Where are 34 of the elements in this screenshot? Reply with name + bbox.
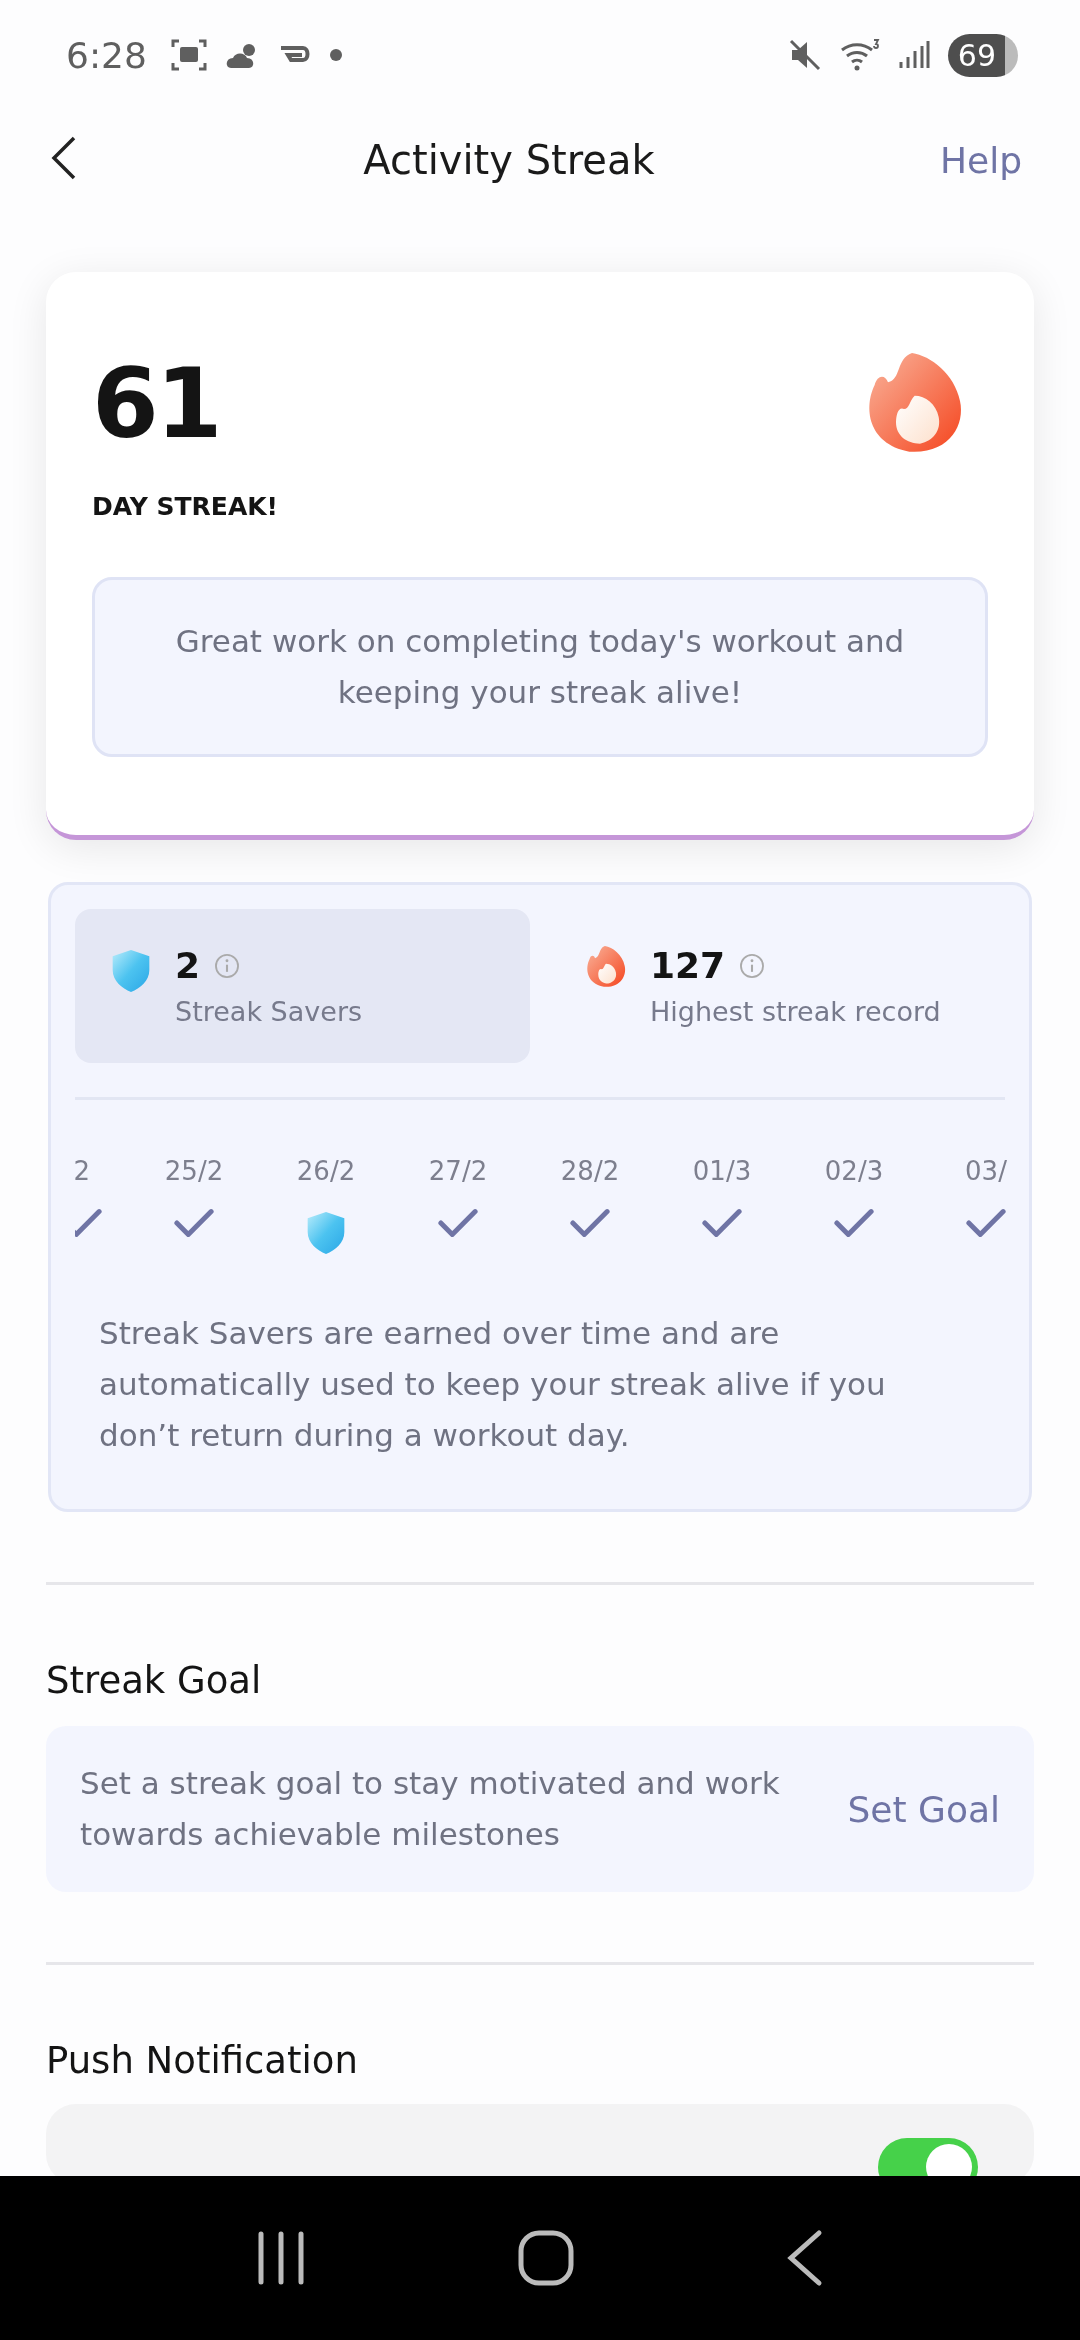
set-goal-button[interactable]: Set Goal (847, 1788, 1000, 1830)
battery-level: 69 (947, 33, 1018, 77)
day-date: 02/3 (824, 1156, 884, 1188)
goal-description: Set a streak goal to stay motivated and work towards achievable milestones (80, 1764, 781, 1854)
section-title: Streak Goal (46, 1659, 263, 1702)
stat-label: Highest streak record (650, 996, 941, 1027)
page-title: Activity Streak (362, 137, 656, 183)
streak-count: 61 (92, 356, 221, 452)
savers-info: Streak Savers are earned over time and are automatically used to keep your streak alive if you don’t return during a workout day. (99, 1314, 887, 1455)
stat-tile[interactable]: 2 Streak Savers (75, 909, 530, 1063)
signal-icon (897, 40, 930, 70)
day-date: 28/2 (560, 1156, 620, 1188)
stat-value: 2 (175, 945, 201, 986)
stat-tile[interactable]: 127 Highest streak record (550, 909, 1005, 1063)
day-date: 01/3 (692, 1156, 752, 1188)
home-icon[interactable] (518, 2230, 574, 2286)
day-date: 25/2 (164, 1156, 224, 1188)
day-date: 26/2 (296, 1156, 356, 1188)
day-date: 2 (75, 1156, 90, 1188)
stat-label: Streak Savers (175, 996, 363, 1027)
dot-icon (328, 48, 343, 62)
streak-label: DAY STREAK! (92, 492, 279, 521)
streak-message: Great work on completing today's workout and keeping your streak alive! (92, 577, 988, 757)
stat-value: 127 (650, 945, 726, 986)
day-date: 27/2 (428, 1156, 488, 1188)
mute-icon (787, 38, 822, 72)
screenshot-icon (170, 37, 207, 73)
status-time: 6:28 (66, 34, 147, 76)
flame-icon (584, 945, 628, 989)
day-date: 03/ (965, 1156, 1007, 1188)
wifi-icon (839, 38, 880, 72)
help-link[interactable]: Help (933, 133, 1028, 187)
section-title: Push Notification (46, 2039, 359, 2082)
app-notification-icon (278, 45, 311, 65)
